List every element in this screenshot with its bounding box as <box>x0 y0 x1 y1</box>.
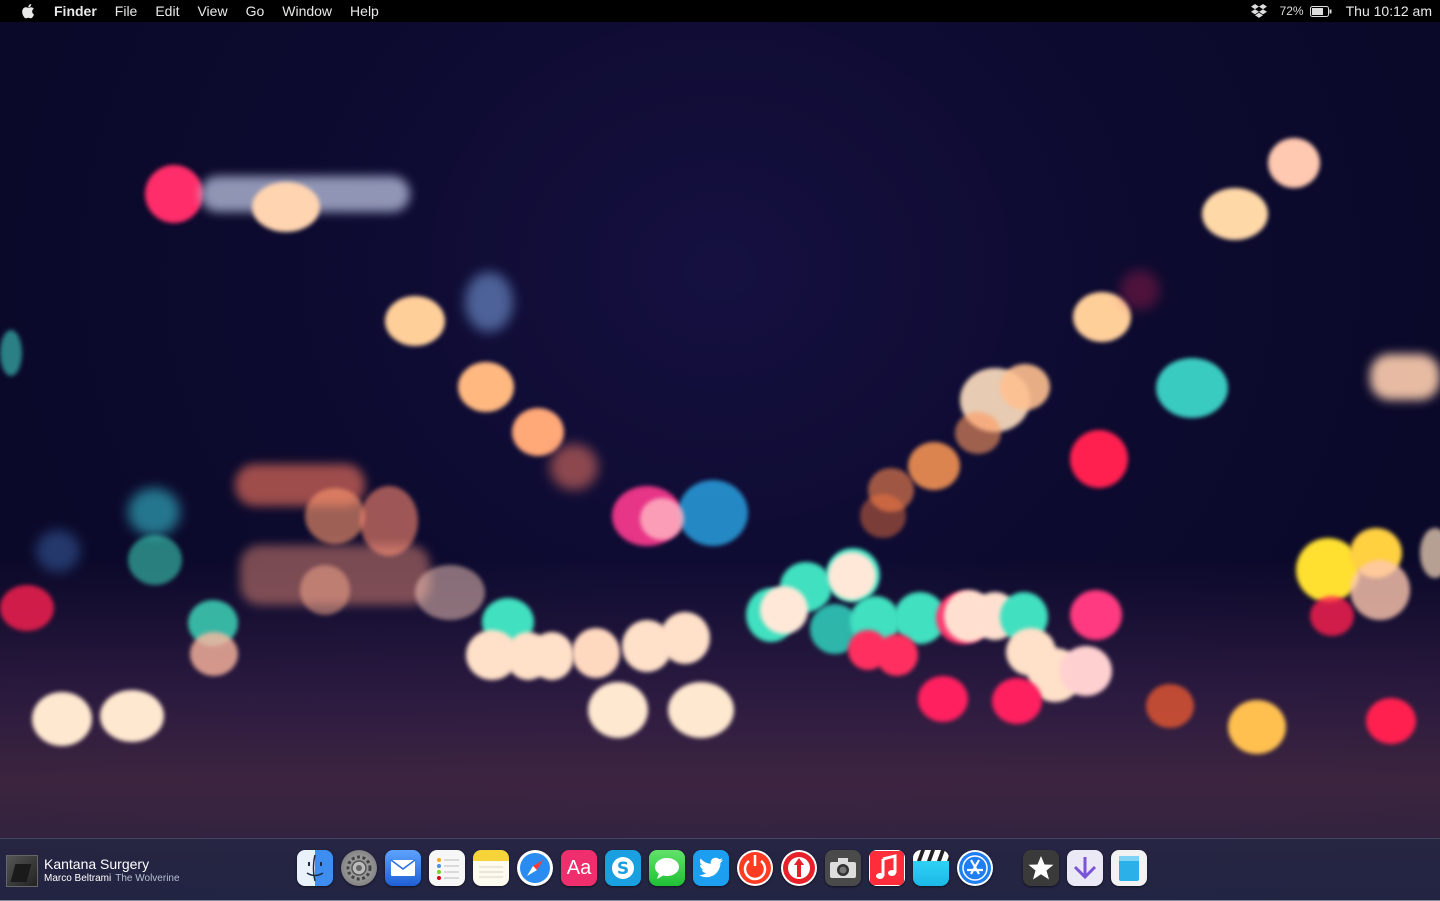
bokeh-light <box>0 330 22 376</box>
bokeh-light <box>1366 698 1416 744</box>
menu-bar-extras: 72% Thu 10:12 am <box>1250 0 1440 22</box>
bokeh-light <box>512 408 564 456</box>
menu-edit[interactable]: Edit <box>155 0 179 22</box>
bokeh-light <box>1350 560 1410 620</box>
bokeh-light <box>1310 596 1354 636</box>
download-icon[interactable] <box>1067 850 1103 886</box>
gear-icon[interactable] <box>341 850 377 886</box>
bokeh-light <box>1268 138 1320 188</box>
reminders-icon[interactable] <box>429 850 465 886</box>
bokeh-light <box>992 678 1042 724</box>
bokeh-light <box>1000 364 1050 410</box>
bokeh-light <box>252 182 320 232</box>
now-playing-album: The Wolverine <box>115 873 180 884</box>
bokeh-light <box>588 682 648 738</box>
bokeh-light <box>32 692 92 746</box>
apple-icon[interactable] <box>20 3 36 19</box>
bokeh-light <box>1070 590 1122 640</box>
bokeh-light <box>860 494 906 538</box>
notes-icon[interactable] <box>473 850 509 886</box>
bokeh-light <box>550 444 598 490</box>
now-playing-artist: Marco Beltrami <box>44 873 112 884</box>
bokeh-light <box>465 272 513 332</box>
dictionary-icon[interactable]: Aa <box>561 850 597 886</box>
bokeh-light <box>1120 270 1160 310</box>
now-playing-widget[interactable]: Kantana Surgery Marco Beltrami The Wolver… <box>6 854 180 888</box>
bokeh-light <box>1228 700 1286 754</box>
music-note-icon[interactable] <box>869 850 905 886</box>
bokeh-light <box>128 488 180 536</box>
finder-icon[interactable] <box>297 850 333 886</box>
bokeh-light <box>828 552 876 600</box>
trash-icon[interactable] <box>1111 850 1147 886</box>
desktop-wallpaper <box>0 0 1440 900</box>
menu-help[interactable]: Help <box>350 0 379 22</box>
dictionary-label: Aa <box>566 856 592 879</box>
bokeh-light <box>1370 354 1440 400</box>
mail-icon[interactable] <box>385 850 421 886</box>
bokeh-light <box>458 362 514 412</box>
bokeh-light <box>1202 188 1268 240</box>
menu-file[interactable]: File <box>115 0 138 22</box>
bokeh-light <box>0 585 54 631</box>
skype-icon[interactable]: S <box>605 850 641 886</box>
bokeh-light <box>1060 646 1112 696</box>
bokeh-light <box>660 612 710 664</box>
bokeh-light <box>572 628 620 678</box>
compass-icon[interactable] <box>517 850 553 886</box>
bokeh-light <box>908 442 960 490</box>
bokeh-light <box>128 535 182 585</box>
menu-bar: Finder File Edit View Go Window Help 72%… <box>0 0 1440 22</box>
star-icon[interactable] <box>1023 850 1059 886</box>
app-store-icon[interactable] <box>957 850 993 886</box>
bokeh-light <box>1070 430 1128 488</box>
menu-app-name[interactable]: Finder <box>54 0 97 22</box>
menu-window[interactable]: Window <box>282 0 332 22</box>
bokeh-light <box>955 412 1001 454</box>
twitter-icon[interactable] <box>693 850 729 886</box>
menu-view[interactable]: View <box>197 0 227 22</box>
bokeh-light <box>36 530 80 572</box>
bokeh-light <box>760 586 808 634</box>
menu-go[interactable]: Go <box>246 0 265 22</box>
bokeh-light <box>300 565 350 615</box>
bokeh-light <box>190 632 238 676</box>
battery-icon[interactable] <box>1309 5 1332 17</box>
bokeh-light <box>100 690 164 742</box>
menu-clock[interactable]: Thu 10:12 am <box>1346 3 1432 19</box>
bokeh-light <box>385 296 445 346</box>
dropbox-icon[interactable] <box>1250 3 1268 19</box>
bokeh-light <box>1156 358 1228 418</box>
bokeh-light <box>918 676 968 722</box>
bokeh-light <box>145 165 203 223</box>
upload-arrow-icon[interactable] <box>781 850 817 886</box>
bokeh-light <box>415 565 485 620</box>
bokeh-light <box>1146 684 1194 728</box>
power-icon[interactable] <box>737 850 773 886</box>
bokeh-light <box>876 634 918 676</box>
bokeh-light <box>678 480 748 546</box>
bokeh-light <box>305 488 365 544</box>
messages-icon[interactable] <box>649 850 685 886</box>
album-art <box>6 855 38 887</box>
bokeh-light <box>530 632 574 680</box>
bokeh-light <box>668 682 734 738</box>
clapperboard-icon[interactable] <box>913 850 949 886</box>
camera-icon[interactable] <box>825 850 861 886</box>
battery-percent[interactable]: 72% <box>1280 4 1304 18</box>
bokeh-light <box>640 498 684 540</box>
now-playing-title: Kantana Surgery <box>44 856 150 872</box>
svg-text:S: S <box>617 859 629 879</box>
